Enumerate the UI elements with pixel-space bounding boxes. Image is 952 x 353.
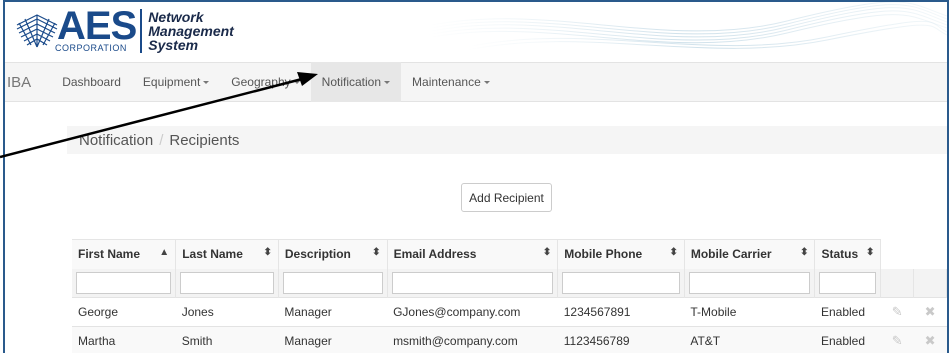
pencil-icon: ✎ <box>891 333 903 349</box>
cell-carrier: AT&T <box>684 326 815 353</box>
nav-item-notification[interactable]: Notification <box>310 62 402 102</box>
sort-icon: ⬍ <box>263 247 272 259</box>
filter-cell <box>557 268 685 298</box>
system-name-line: Management <box>148 23 234 39</box>
column-header-mobile-phone[interactable]: Mobile Phone ⬍ <box>557 239 685 269</box>
caret-down-icon <box>384 80 391 84</box>
caret-down-icon <box>483 80 490 84</box>
filter-email-input[interactable] <box>391 271 554 294</box>
column-header-delete <box>913 239 947 269</box>
column-label: Mobile Phone <box>564 247 643 262</box>
column-label: Email Address <box>393 247 477 262</box>
filter-cell <box>913 268 947 298</box>
cell-email: msmith@company.com <box>387 326 558 353</box>
column-label: Description <box>284 247 351 262</box>
x-icon: ✖ <box>924 304 936 319</box>
delete-row-button[interactable]: ✖ <box>913 297 947 327</box>
cell-phone: 1123456789 <box>557 326 685 353</box>
nav-item-label: Notification <box>321 75 382 89</box>
cell-last-name: Smith <box>175 326 279 353</box>
column-header-edit <box>880 239 914 269</box>
filter-cell <box>72 268 177 298</box>
logo-wordmark: AES <box>57 4 137 48</box>
system-name-line: System <box>148 37 199 53</box>
nav-item-label: Maintenance <box>412 75 481 89</box>
nav-item-geography[interactable]: Geography <box>220 62 310 102</box>
cell-phone: 1234567891 <box>557 297 685 327</box>
sort-icon: ⬍ <box>372 247 381 259</box>
breadcrumb-parent[interactable]: Notification <box>79 132 153 149</box>
filter-cell <box>175 268 279 298</box>
globe-icon <box>16 14 58 48</box>
nav-brand[interactable]: IBA <box>5 74 51 91</box>
filter-carrier-input[interactable] <box>688 271 811 294</box>
filter-cell <box>278 268 388 298</box>
filter-cell <box>814 268 882 298</box>
brand-header: AES CORPORATION Network Management Syste… <box>5 2 947 62</box>
sort-icon: ⬍ <box>669 247 678 259</box>
column-label: Status <box>821 247 859 262</box>
cell-status: Enabled <box>814 297 881 327</box>
sort-icon: ⬍ <box>865 247 875 259</box>
filter-first-name-input[interactable] <box>76 271 172 294</box>
app-window: AES CORPORATION Network Management Syste… <box>3 0 949 353</box>
aes-logo: AES CORPORATION Network Management Syste… <box>15 4 234 58</box>
column-header-mobile-carrier[interactable]: Mobile Carrier ⬍ <box>684 239 816 269</box>
logo-divider <box>140 9 143 53</box>
cell-email: GJones@company.com <box>387 297 558 327</box>
filter-status-input[interactable] <box>819 271 877 294</box>
cell-status: Enabled <box>814 326 881 353</box>
sort-icon: ⬍ <box>542 247 552 259</box>
filter-cell <box>684 268 816 298</box>
cell-first-name: George <box>72 297 176 327</box>
system-name-line: Network <box>148 9 204 25</box>
nav-item-label: Geography <box>231 75 291 89</box>
sort-icon: ⬍ <box>800 247 809 259</box>
decorative-waves <box>427 2 947 51</box>
filter-description-input[interactable] <box>282 271 383 294</box>
edit-row-button[interactable]: ✎ <box>880 297 914 327</box>
nav-item-label: Dashboard <box>62 75 121 89</box>
delete-row-button[interactable]: ✖ <box>913 326 947 353</box>
edit-row-button[interactable]: ✎ <box>880 326 914 353</box>
table-row: Martha Smith Manager msmith@company.com … <box>72 326 947 353</box>
sort-ascending-icon: ▲ <box>159 247 170 259</box>
system-name: Network Management System <box>148 10 234 52</box>
column-header-last-name[interactable]: Last Name ⬍ <box>175 239 279 269</box>
caret-down-icon <box>203 80 210 84</box>
filter-cell <box>880 268 915 298</box>
recipients-table: First Name ▲ Last Name ⬍ Description ⬍ Emai… <box>72 239 947 353</box>
filter-row <box>72 268 947 298</box>
logo-corporation: CORPORATION <box>55 43 127 53</box>
cell-description: Manager <box>278 297 388 327</box>
column-header-first-name[interactable]: First Name ▲ <box>72 239 177 269</box>
filter-cell <box>387 268 559 298</box>
column-label: Last Name <box>182 247 243 262</box>
cell-description: Manager <box>278 326 388 353</box>
nav-item-maintenance[interactable]: Maintenance <box>401 62 501 102</box>
main-navbar: IBA Dashboard Equipment Geography Notifi… <box>5 62 947 102</box>
nav-item-dashboard[interactable]: Dashboard <box>51 62 132 102</box>
filter-last-name-input[interactable] <box>180 271 274 294</box>
breadcrumb-separator: / <box>159 131 164 149</box>
nav-item-label: Equipment <box>142 75 201 89</box>
caret-down-icon <box>293 80 300 84</box>
column-label: First Name <box>78 247 141 262</box>
breadcrumb: Notification / Recipients <box>67 126 947 154</box>
x-icon: ✖ <box>924 333 936 349</box>
column-label: Mobile Carrier <box>690 247 772 262</box>
add-recipient-button[interactable]: Add Recipient <box>461 183 552 212</box>
breadcrumb-current: Recipients <box>169 131 240 149</box>
column-header-email-address[interactable]: Email Address ⬍ <box>387 239 559 269</box>
pencil-icon: ✎ <box>891 304 903 319</box>
cell-carrier: T-Mobile <box>684 297 815 327</box>
cell-first-name: Martha <box>72 326 176 353</box>
column-header-status[interactable]: Status ⬍ <box>814 239 882 269</box>
nav-item-equipment[interactable]: Equipment <box>132 62 220 102</box>
cell-last-name: Jones <box>175 297 279 327</box>
filter-phone-input[interactable] <box>562 271 680 294</box>
column-header-description[interactable]: Description ⬍ <box>278 239 388 269</box>
table-row: George Jones Manager GJones@company.com … <box>72 297 947 327</box>
